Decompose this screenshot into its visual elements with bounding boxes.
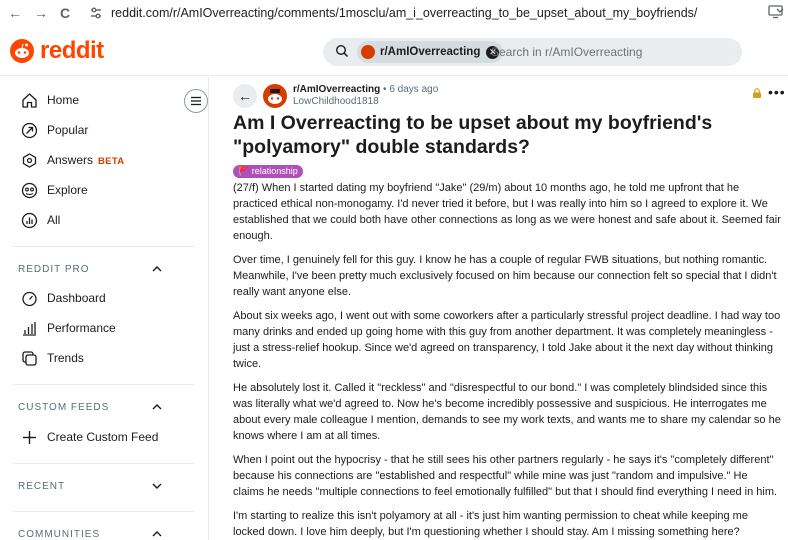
back-nav-icon[interactable]: ← xyxy=(6,4,24,22)
reddit-logo-icon[interactable] xyxy=(10,39,34,63)
sidebar-item-label: Trends xyxy=(47,351,84,365)
explore-icon xyxy=(21,182,38,198)
forward-nav-icon[interactable]: → xyxy=(32,4,50,22)
sidebar-item-label: Popular xyxy=(47,123,89,137)
sidebar-item-label: All xyxy=(47,213,61,227)
address-bar[interactable]: reddit.com/r/AmIOverreacting/comments/1m… xyxy=(111,6,697,20)
post-title: Am I Overreacting to be upset about my b… xyxy=(233,112,713,158)
post-flair[interactable]: 🚩 relationship xyxy=(233,165,303,178)
post-meta: r/AmIOverreacting • 6 days ago xyxy=(293,84,438,95)
chevron-up-icon[interactable] xyxy=(151,401,163,413)
section-heading-communities[interactable]: COMMUNITIES xyxy=(18,529,100,540)
sidebar-menu-toggle[interactable] xyxy=(184,89,208,113)
answers-icon xyxy=(22,152,37,168)
back-button[interactable]: ← xyxy=(233,84,257,108)
beta-badge: BETA xyxy=(98,156,125,167)
sidebar-item-label-wrap: Answers BETA xyxy=(47,153,124,167)
sidebar-item-create-custom-feed[interactable]: Create Custom Feed xyxy=(0,422,209,452)
site-settings-icon[interactable] xyxy=(89,6,103,20)
subreddit-avatar-icon[interactable] xyxy=(263,84,287,108)
sidebar-item-dashboard[interactable]: Dashboard xyxy=(0,283,209,313)
reload-icon[interactable]: C xyxy=(56,4,74,22)
search-bar[interactable]: r/AmIOverreacting ✕ Search in r/AmIOverr… xyxy=(323,38,742,66)
install-app-icon[interactable] xyxy=(768,5,784,19)
author-link[interactable]: LowChildhood1818 xyxy=(293,96,379,107)
sidebar-divider xyxy=(12,463,194,464)
post-paragraph: (27/f) When I started dating my boyfrien… xyxy=(233,182,781,242)
more-options-icon[interactable]: ••• xyxy=(768,85,786,99)
sidebar-item-label: Answers xyxy=(47,153,94,167)
sidebar-divider xyxy=(12,246,194,247)
subreddit-avatar-icon xyxy=(361,45,375,59)
sidebar-item-label: Dashboard xyxy=(47,291,106,305)
sidebar-item-label: Create Custom Feed xyxy=(47,430,159,444)
section-heading-reddit-pro[interactable]: REDDIT PRO xyxy=(18,264,90,275)
sidebar-item-label: Home xyxy=(47,93,80,107)
browser-toolbar: ← → C reddit.com/r/AmIOverreacting/comme… xyxy=(0,0,788,26)
post-paragraph: I'm starting to realize this isn't polya… xyxy=(233,510,748,538)
sidebar-item-all[interactable]: All xyxy=(0,205,209,235)
plus-icon xyxy=(23,430,36,444)
section-heading-recent[interactable]: RECENT xyxy=(18,481,65,492)
performance-icon xyxy=(23,321,36,336)
lock-icon xyxy=(753,88,761,98)
menu-icon xyxy=(191,96,201,106)
search-icon xyxy=(335,44,349,58)
sidebar-item-answers[interactable]: Answers BETA xyxy=(0,145,209,175)
subreddit-link[interactable]: r/AmIOverreacting xyxy=(293,84,380,95)
home-icon xyxy=(22,92,37,108)
popular-icon xyxy=(21,122,38,138)
post-timestamp: • 6 days ago xyxy=(383,84,439,95)
sidebar-item-explore[interactable]: Explore xyxy=(0,175,209,205)
sidebar-item-popular[interactable]: Popular xyxy=(0,115,209,145)
chevron-up-icon[interactable] xyxy=(151,263,163,275)
subreddit-search-chip[interactable]: r/AmIOverreacting ✕ xyxy=(357,41,504,63)
site-header: reddit r/AmIOverreacting ✕ Search in r/A… xyxy=(0,26,788,76)
sidebar-item-performance[interactable]: Performance xyxy=(0,313,209,343)
chip-label: r/AmIOverreacting xyxy=(380,46,481,58)
sidebar-item-label: Performance xyxy=(47,321,116,335)
trends-icon xyxy=(22,350,37,366)
chevron-down-icon[interactable] xyxy=(151,480,163,492)
reddit-wordmark[interactable]: reddit xyxy=(40,37,104,65)
search-input[interactable]: Search in r/AmIOverreacting xyxy=(491,45,642,59)
all-icon xyxy=(21,212,38,228)
sidebar-item-trends[interactable]: Trends xyxy=(0,343,209,373)
sidebar-item-label: Explore xyxy=(47,183,88,197)
post-paragraph: Over time, I genuinely fell for this guy… xyxy=(233,254,777,298)
section-heading-custom-feeds[interactable]: CUSTOM FEEDS xyxy=(18,402,109,413)
chevron-up-icon[interactable] xyxy=(151,528,163,540)
post-paragraph: About six weeks ago, I went out with som… xyxy=(233,310,781,370)
sidebar-item-home[interactable]: Home xyxy=(0,85,209,115)
sidebar-divider xyxy=(12,384,194,385)
left-sidebar: Home Popular Answers BETA Explore All RE… xyxy=(0,77,209,540)
dashboard-icon xyxy=(22,291,37,306)
post-paragraph: He absolutely lost it. Called it "reckle… xyxy=(233,382,781,442)
post-paragraph: When I point out the hypocrisy - that he… xyxy=(233,454,778,498)
sidebar-divider xyxy=(12,511,194,512)
